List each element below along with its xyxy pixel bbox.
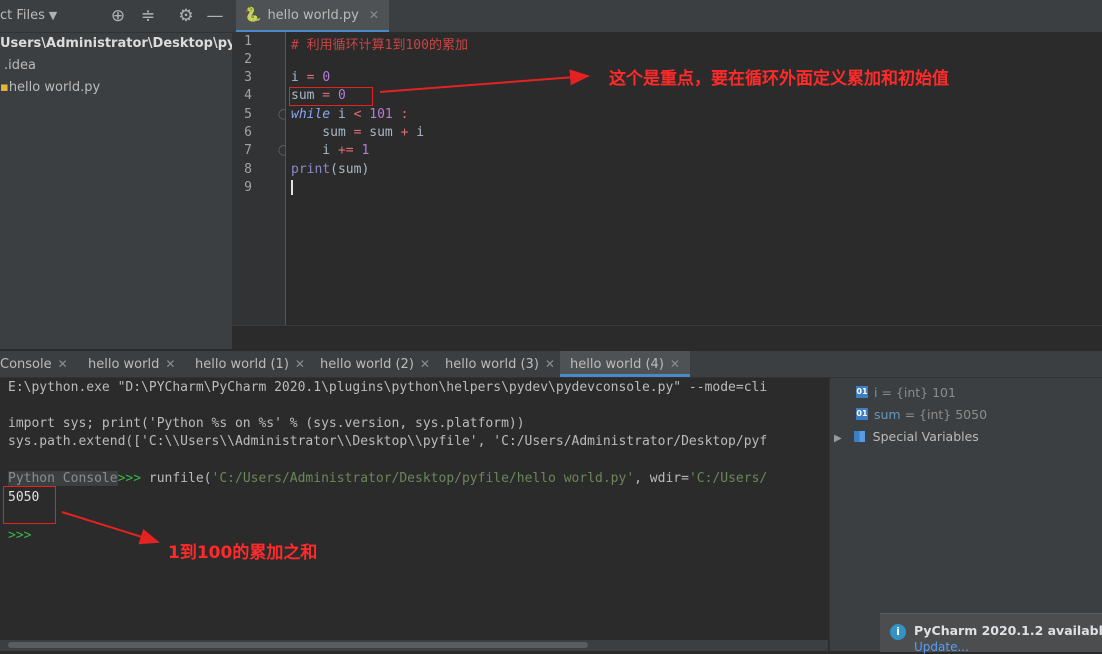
update-link[interactable]: Update... (914, 640, 969, 654)
annotation-bottom: 1到100的累加之和 (168, 543, 318, 563)
arrow-to-top-note (379, 69, 590, 93)
arrow-to-bottom-note (61, 511, 160, 545)
info-icon: i (890, 624, 906, 640)
update-notification[interactable]: i PyCharm 2020.1.2 available Update... (880, 613, 1102, 654)
notification-title: PyCharm 2020.1.2 available (914, 623, 1102, 638)
annotation-top: 这个是重点，要在循环外面定义累加和初始值 (609, 69, 949, 89)
annotation-arrows (61, 69, 590, 545)
